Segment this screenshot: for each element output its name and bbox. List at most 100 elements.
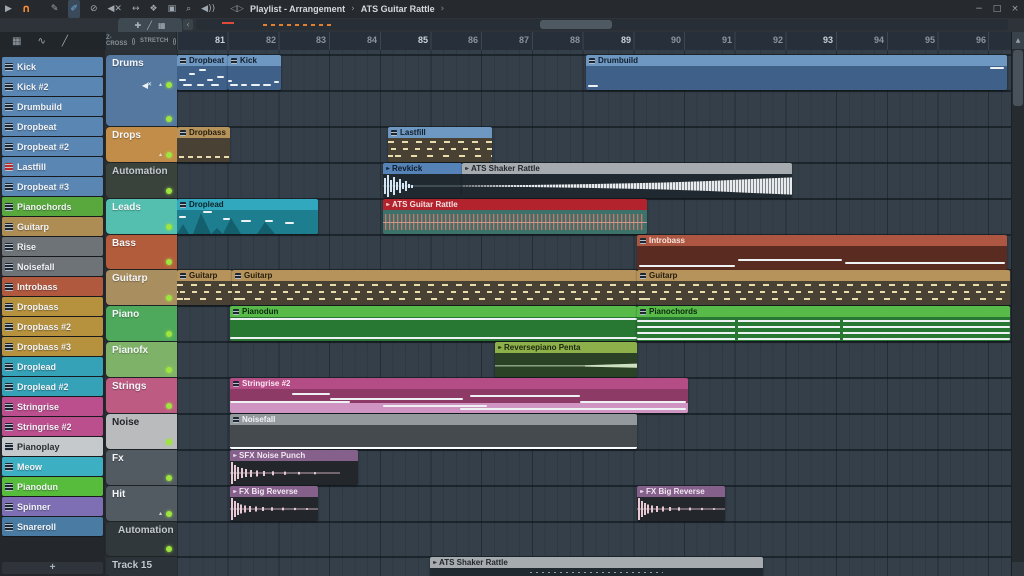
scroll-left-button[interactable]: ‹ [183,19,193,30]
pattern-item-droplead[interactable]: Droplead [2,357,103,376]
clip-stringrise-2[interactable]: Stringrise #2 [230,378,688,413]
track-led[interactable] [166,475,172,481]
pattern-item-noisefall[interactable]: Noisefall [2,257,103,276]
z-cross-toggle[interactable] [132,38,135,45]
track-header-bass[interactable]: Bass [106,235,177,269]
timeline-ruler[interactable]: 81 82 83 84 85 86 87 88 89 90 91 92 93 9… [177,32,1012,50]
pattern-item-dropbeat-2[interactable]: Dropbeat #2 [2,137,103,156]
clip-dropbeat-2[interactable]: Dropbeat #2 [177,55,228,90]
window-nav-icon[interactable]: ◁▷ [230,4,244,14]
loop-record-icon[interactable]: ∩ [22,0,31,18]
pattern-item-kick-2[interactable]: Kick #2 [2,77,103,96]
track-header-strings[interactable]: Strings [106,378,177,413]
clip-reversepiano-penta[interactable]: ▸▸Reversepiano Penta [495,342,637,377]
track-header-guitarp[interactable]: Guitarp [106,270,177,305]
arrangement-name[interactable]: ATS Guitar Rattle [361,4,435,14]
expand-triangle-icon[interactable]: ▴ [159,510,162,517]
pattern-item-snareroll[interactable]: Snareroll [2,517,103,536]
pattern-item-meow[interactable]: Meow [2,457,103,476]
track-led[interactable] [166,439,172,445]
track-header-piano[interactable]: Piano [106,306,177,341]
pattern-item-spinner[interactable]: Spinner [2,497,103,516]
track-led[interactable] [166,259,172,265]
pattern-item-droplead-2[interactable]: Droplead #2 [2,377,103,396]
clip-dropbass-2[interactable]: Dropbass #2 [177,127,230,162]
clip-kick[interactable]: Kick [228,55,281,90]
slip-tool-icon[interactable]: ↔ [132,0,140,18]
pattern-item-stringrise-2[interactable]: Stringrise #2 [2,417,103,436]
select-tool-icon[interactable]: ▣ [168,0,177,18]
pattern-item-rise[interactable]: Rise [2,237,103,256]
track-led[interactable] [166,367,172,373]
horizontal-scrollbar-handle[interactable] [540,20,612,29]
pattern-item-dropbass[interactable]: Dropbass [2,297,103,316]
stretch-toggle[interactable] [173,38,176,45]
zoom-tool-icon[interactable]: ⌕ [186,0,191,18]
expand-triangle-icon[interactable]: ▴ [159,81,162,88]
slice-tool-icon[interactable]: ❖ [150,0,158,18]
horizontal-scrollbar[interactable] [196,19,1008,30]
track-header-drops[interactable]: Drops ▴ [106,127,177,162]
vertical-scrollbar-handle[interactable] [1013,50,1023,106]
close-button[interactable]: × [1006,0,1024,18]
track-header-automation[interactable]: Automation [106,163,177,198]
minimize-button[interactable]: − [970,0,988,18]
clip-drumbuild[interactable]: Drumbuild [586,55,1007,90]
scroll-up-button[interactable]: ▲ [1012,32,1024,49]
maximize-button[interactable]: □ [988,0,1006,18]
pattern-item-guitarp[interactable]: Guitarp [2,217,103,236]
pattern-item-pianoplay[interactable]: Pianoplay [2,437,103,456]
clip-ats-guitar-rattle[interactable]: ▸▸ATS Guitar Rattle [383,199,647,234]
pattern-item-stringrise[interactable]: Stringrise [2,397,103,416]
play-icon[interactable]: ▶ [5,0,12,18]
track-led[interactable] [166,224,172,230]
vertical-scrollbar[interactable]: ▲ [1011,32,1024,576]
pattern-item-kick[interactable]: Kick [2,57,103,76]
track-led[interactable] [166,511,172,517]
clip-ats-shaker-rattle-bottom[interactable]: ▸▸ATS Shaker Rattle [430,557,763,576]
playlist-grid[interactable]: Dropbeat #2 Kick Drumbuild [177,50,1012,576]
paint-tool-icon[interactable]: ✐ [68,0,80,18]
pattern-item-pianodun[interactable]: Pianodun [2,477,103,496]
track-header-noise[interactable]: Noise [106,414,177,449]
draw-tool-icon[interactable]: ✎ [51,0,59,18]
pattern-item-dropbass-3[interactable]: Dropbass #3 [2,337,103,356]
clip-sfx-noise-punch[interactable]: ▸▸SFX Noise Punch [230,450,358,485]
clip-pianodun[interactable]: Pianodun [230,306,637,341]
audio-view-icon[interactable]: ∿ [37,36,45,47]
mute-tool-icon[interactable]: ◀✕ [108,0,122,18]
clip-ats-shaker-rattle[interactable]: ▸▸ATS Shaker Rattle [462,163,792,198]
piano-tool-icon[interactable]: ▦ [158,21,166,30]
track-led[interactable] [166,82,172,88]
track-led[interactable] [166,331,172,337]
track-led[interactable] [166,116,172,122]
speaker-muted-icon[interactable]: ◀✕ [142,81,153,90]
track-led[interactable] [166,152,172,158]
track-led[interactable] [166,403,172,409]
delete-tool-icon[interactable]: ⊘ [90,0,98,18]
track-header-drums[interactable]: Drums ◀✕ ▴ [106,55,177,126]
clip-fx-big-reverse[interactable]: ▸▸FX Big Reverse [230,486,318,521]
track-header-fx[interactable]: Fx [106,450,177,485]
track-header-track-15[interactable]: Track 15 [106,557,177,576]
clip-pianochords[interactable]: Pianochords [637,306,1010,341]
clip-lastfill[interactable]: Lastfill [388,127,492,162]
track-header-pianofx[interactable]: Pianofx [106,342,177,377]
pan-tool-icon[interactable]: ✚ [134,21,141,30]
pattern-item-dropbass-2[interactable]: Dropbass #2 [2,317,103,336]
clip-revkick[interactable]: ▸▸Revkick [383,163,462,198]
clips-view-icon[interactable]: ▦ [12,36,21,47]
clip-droplead[interactable]: Droplead [177,199,318,234]
clip-noisefall[interactable]: Noisefall [230,414,637,449]
line-tool-icon[interactable]: ╱ [147,21,152,30]
clip-introbass[interactable]: Introbass [637,235,1007,270]
add-pattern-button[interactable]: + [2,562,103,574]
clip-fx-big-reverse[interactable]: ▸▸FX Big Reverse [637,486,725,521]
pattern-item-drumbuild[interactable]: Drumbuild [2,97,103,116]
clip-guitarp[interactable]: Guitarp [177,270,232,305]
track-led[interactable] [166,188,172,194]
expand-triangle-icon[interactable]: ▴ [159,151,162,158]
clip-guitarp[interactable]: Guitarp [637,270,1010,305]
track-header-automation-2[interactable]: Automation [106,522,177,556]
playback-tool-icon[interactable]: ◀)) [201,0,215,18]
